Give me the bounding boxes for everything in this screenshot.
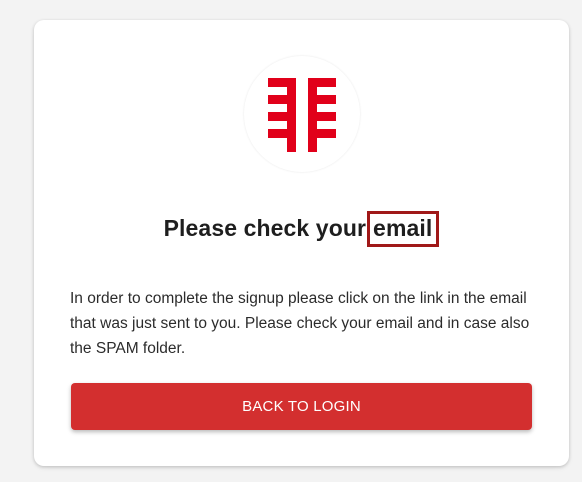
brand-logo: [244, 56, 360, 172]
title-highlight-email: email: [367, 211, 440, 247]
confirmation-message: In order to complete the signup please c…: [70, 290, 530, 357]
page-title: Please check your email: [34, 211, 569, 247]
back-to-login-button[interactable]: BACK TO LOGIN: [71, 383, 532, 430]
title-prefix: Please check your: [163, 215, 367, 241]
page-background: Please check your email In order to compl…: [0, 0, 582, 482]
brand-logo-icon: [268, 78, 336, 152]
signup-confirmation-card: Please check your email In order to compl…: [34, 20, 569, 466]
